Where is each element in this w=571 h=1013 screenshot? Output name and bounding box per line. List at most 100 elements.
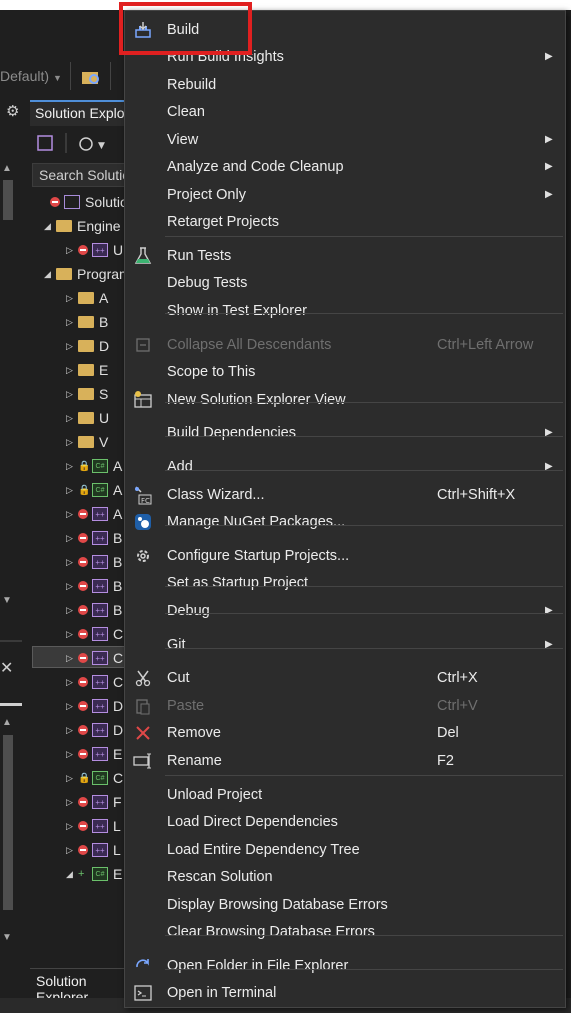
collapsed-arrow-icon[interactable]: ▷	[66, 317, 78, 328]
menu-item-rename[interactable]: Rename F2	[125, 747, 565, 774]
tree-row[interactable]: ▷ ++ D	[66, 718, 123, 742]
collapsed-arrow-icon[interactable]: ▷	[66, 677, 78, 688]
menu-item-open-folder-in-file-explorer[interactable]: Open Folder in File Explorer	[125, 952, 565, 979]
solution-explorer-bottom-tab[interactable]: Solution Explorer	[30, 968, 130, 1005]
menu-item-class-wizard[interactable]: FC Class Wizard... Ctrl+Shift+X	[125, 481, 565, 508]
menu-item-cut[interactable]: Cut Ctrl+X	[125, 664, 565, 691]
menu-item-display-browsing-database-errors[interactable]: Display Browsing Database Errors	[125, 891, 565, 918]
menu-item-run-tests[interactable]: Run Tests	[125, 242, 565, 269]
folder-icon	[78, 364, 94, 376]
tree-row[interactable]: ▷ 🔒 C# C	[66, 766, 123, 790]
collapsed-arrow-icon[interactable]: ▷	[66, 773, 78, 784]
menu-item-retarget-projects[interactable]: Retarget Projects	[125, 208, 565, 235]
collapsed-arrow-icon[interactable]: ▷	[66, 701, 78, 712]
expanded-arrow-icon[interactable]: ◢	[44, 221, 56, 232]
collapsed-arrow-icon[interactable]: ▷	[66, 389, 78, 400]
collapsed-arrow-icon[interactable]: ▷	[66, 845, 78, 856]
tree-row[interactable]: ▷ ++ B	[66, 574, 122, 598]
menu-item-scope-to-this[interactable]: Scope to This	[125, 358, 565, 385]
tree-row[interactable]: ▷ ++ E	[66, 742, 122, 766]
menu-item-project-only[interactable]: Project Only ▶	[125, 181, 565, 208]
collapsed-arrow-icon[interactable]: ▷	[66, 821, 78, 832]
menu-item-analyze-and-code-cleanup[interactable]: Analyze and Code Cleanup ▶	[125, 153, 565, 180]
tree-row[interactable]: ▷ ++ D	[66, 694, 123, 718]
menu-item-debug-tests[interactable]: Debug Tests	[125, 269, 565, 296]
collapsed-arrow-icon[interactable]: ▷	[66, 485, 78, 496]
collapsed-arrow-icon[interactable]: ▷	[66, 413, 78, 424]
menu-item-clean[interactable]: Clean	[125, 98, 565, 125]
menu-item-set-as-startup-project[interactable]: Set as Startup Project	[125, 569, 565, 596]
expanded-arrow-icon[interactable]: ◢	[44, 269, 56, 280]
collapsed-arrow-icon[interactable]: ▷	[66, 629, 78, 640]
collapsed-arrow-icon[interactable]: ▷	[66, 293, 78, 304]
scroll-down-arrow[interactable]: ▼	[2, 595, 12, 606]
tree-row[interactable]: ▷ 🔒 C# A	[66, 454, 122, 478]
scroll-down-arrow[interactable]: ▼	[2, 932, 12, 943]
tree-row[interactable]: ▷ 🔒 C# A	[66, 478, 122, 502]
scroll-up-arrow[interactable]: ▲	[2, 163, 12, 174]
collapsed-arrow-icon[interactable]: ▷	[66, 797, 78, 808]
tree-row[interactable]: ▷ ++ B	[66, 598, 122, 622]
tree-row[interactable]: ▷ B	[66, 310, 108, 334]
tree-row[interactable]: ▷ ++ U	[66, 238, 123, 262]
tree-row[interactable]: ◢ + C# E	[66, 862, 122, 886]
tree-row[interactable]: ▷ A	[66, 286, 108, 310]
menu-item-rebuild[interactable]: Rebuild	[125, 71, 565, 98]
tree-row[interactable]: ▷ ++ C	[66, 622, 123, 646]
collapsed-arrow-icon[interactable]: ▷	[66, 437, 78, 448]
tree-row[interactable]: ▷ V	[66, 430, 108, 454]
tree-row[interactable]: ▷ ++ C	[66, 646, 123, 670]
scrollbar-thumb[interactable]	[3, 180, 13, 220]
menu-item-view[interactable]: View ▶	[125, 126, 565, 153]
collapsed-arrow-icon[interactable]: ▷	[66, 245, 78, 256]
menu-item-build-dependencies[interactable]: Build Dependencies ▶	[125, 419, 565, 446]
gear-icon[interactable]: ⚙	[6, 102, 19, 120]
collapsed-arrow-icon[interactable]: ▷	[66, 461, 78, 472]
menu-item-load-entire-dependency-tree[interactable]: Load Entire Dependency Tree	[125, 836, 565, 863]
collapsed-arrow-icon[interactable]: ▷	[66, 533, 78, 544]
collapsed-arrow-icon[interactable]: ▷	[66, 341, 78, 352]
open-folder-icon[interactable]	[80, 66, 102, 88]
menu-item-remove[interactable]: Remove Del	[125, 719, 565, 746]
menu-item-new-solution-explorer-view[interactable]: New Solution Explorer View	[125, 386, 565, 413]
collapsed-arrow-icon[interactable]: ▷	[66, 557, 78, 568]
collapsed-arrow-icon[interactable]: ▷	[66, 653, 78, 664]
tree-row[interactable]: ▷ E	[66, 358, 108, 382]
menu-item-load-direct-dependencies[interactable]: Load Direct Dependencies	[125, 808, 565, 835]
collapsed-arrow-icon[interactable]: ▷	[66, 509, 78, 520]
close-icon[interactable]: ✕	[0, 658, 13, 678]
collapsed-arrow-icon[interactable]: ▷	[66, 749, 78, 760]
menu-item-add[interactable]: Add ▶	[125, 453, 565, 480]
collapsed-arrow-icon[interactable]: ▷	[66, 725, 78, 736]
collapsed-arrow-icon[interactable]: ▷	[66, 365, 78, 376]
collapsed-arrow-icon[interactable]: ▷	[66, 581, 78, 592]
tree-row[interactable]: ▷ ++ B	[66, 526, 122, 550]
solution-explorer-tab[interactable]: Solution Explorer	[30, 100, 130, 126]
menu-item-debug[interactable]: Debug ▶	[125, 597, 565, 624]
menu-item-manage-nuget-packages[interactable]: Manage NuGet Packages...	[125, 508, 565, 535]
tree-row[interactable]: ▷ S	[66, 382, 108, 406]
menu-item-open-in-terminal[interactable]: Open in Terminal	[125, 979, 565, 1006]
menu-item-clear-browsing-database-errors[interactable]: Clear Browsing Database Errors	[125, 918, 565, 945]
scrollbar-thumb[interactable]	[3, 735, 13, 910]
tree-row[interactable]: ▷ ++ L	[66, 838, 121, 862]
collapsed-arrow-icon[interactable]: ▷	[66, 605, 78, 616]
solution-explorer-search-input[interactable]: Search Solution Explorer	[32, 163, 132, 187]
expanded-arrow-icon[interactable]: ◢	[66, 869, 78, 880]
tree-row[interactable]: Solution	[38, 190, 136, 214]
menu-item-configure-startup-projects[interactable]: Configure Startup Projects...	[125, 542, 565, 569]
menu-item-unload-project[interactable]: Unload Project	[125, 781, 565, 808]
menu-item-git[interactable]: Git ▶	[125, 631, 565, 658]
tree-row[interactable]: ◢ Engine	[44, 214, 121, 238]
tree-row[interactable]: ▷ D	[66, 334, 109, 358]
menu-item-rescan-solution[interactable]: Rescan Solution	[125, 863, 565, 890]
tree-row[interactable]: ▷ ++ L	[66, 814, 121, 838]
tree-row[interactable]: ▷ U	[66, 406, 109, 430]
configuration-dropdown[interactable]: Default) ▼	[0, 68, 62, 84]
tree-row[interactable]: ▷ ++ B	[66, 550, 122, 574]
tree-row[interactable]: ▷ ++ F	[66, 790, 122, 814]
scroll-up-arrow[interactable]: ▲	[2, 717, 12, 728]
tree-row[interactable]: ▷ ++ A	[66, 502, 122, 526]
menu-item-show-in-test-explorer[interactable]: Show in Test Explorer	[125, 297, 565, 324]
tree-row[interactable]: ▷ ++ C	[66, 670, 123, 694]
